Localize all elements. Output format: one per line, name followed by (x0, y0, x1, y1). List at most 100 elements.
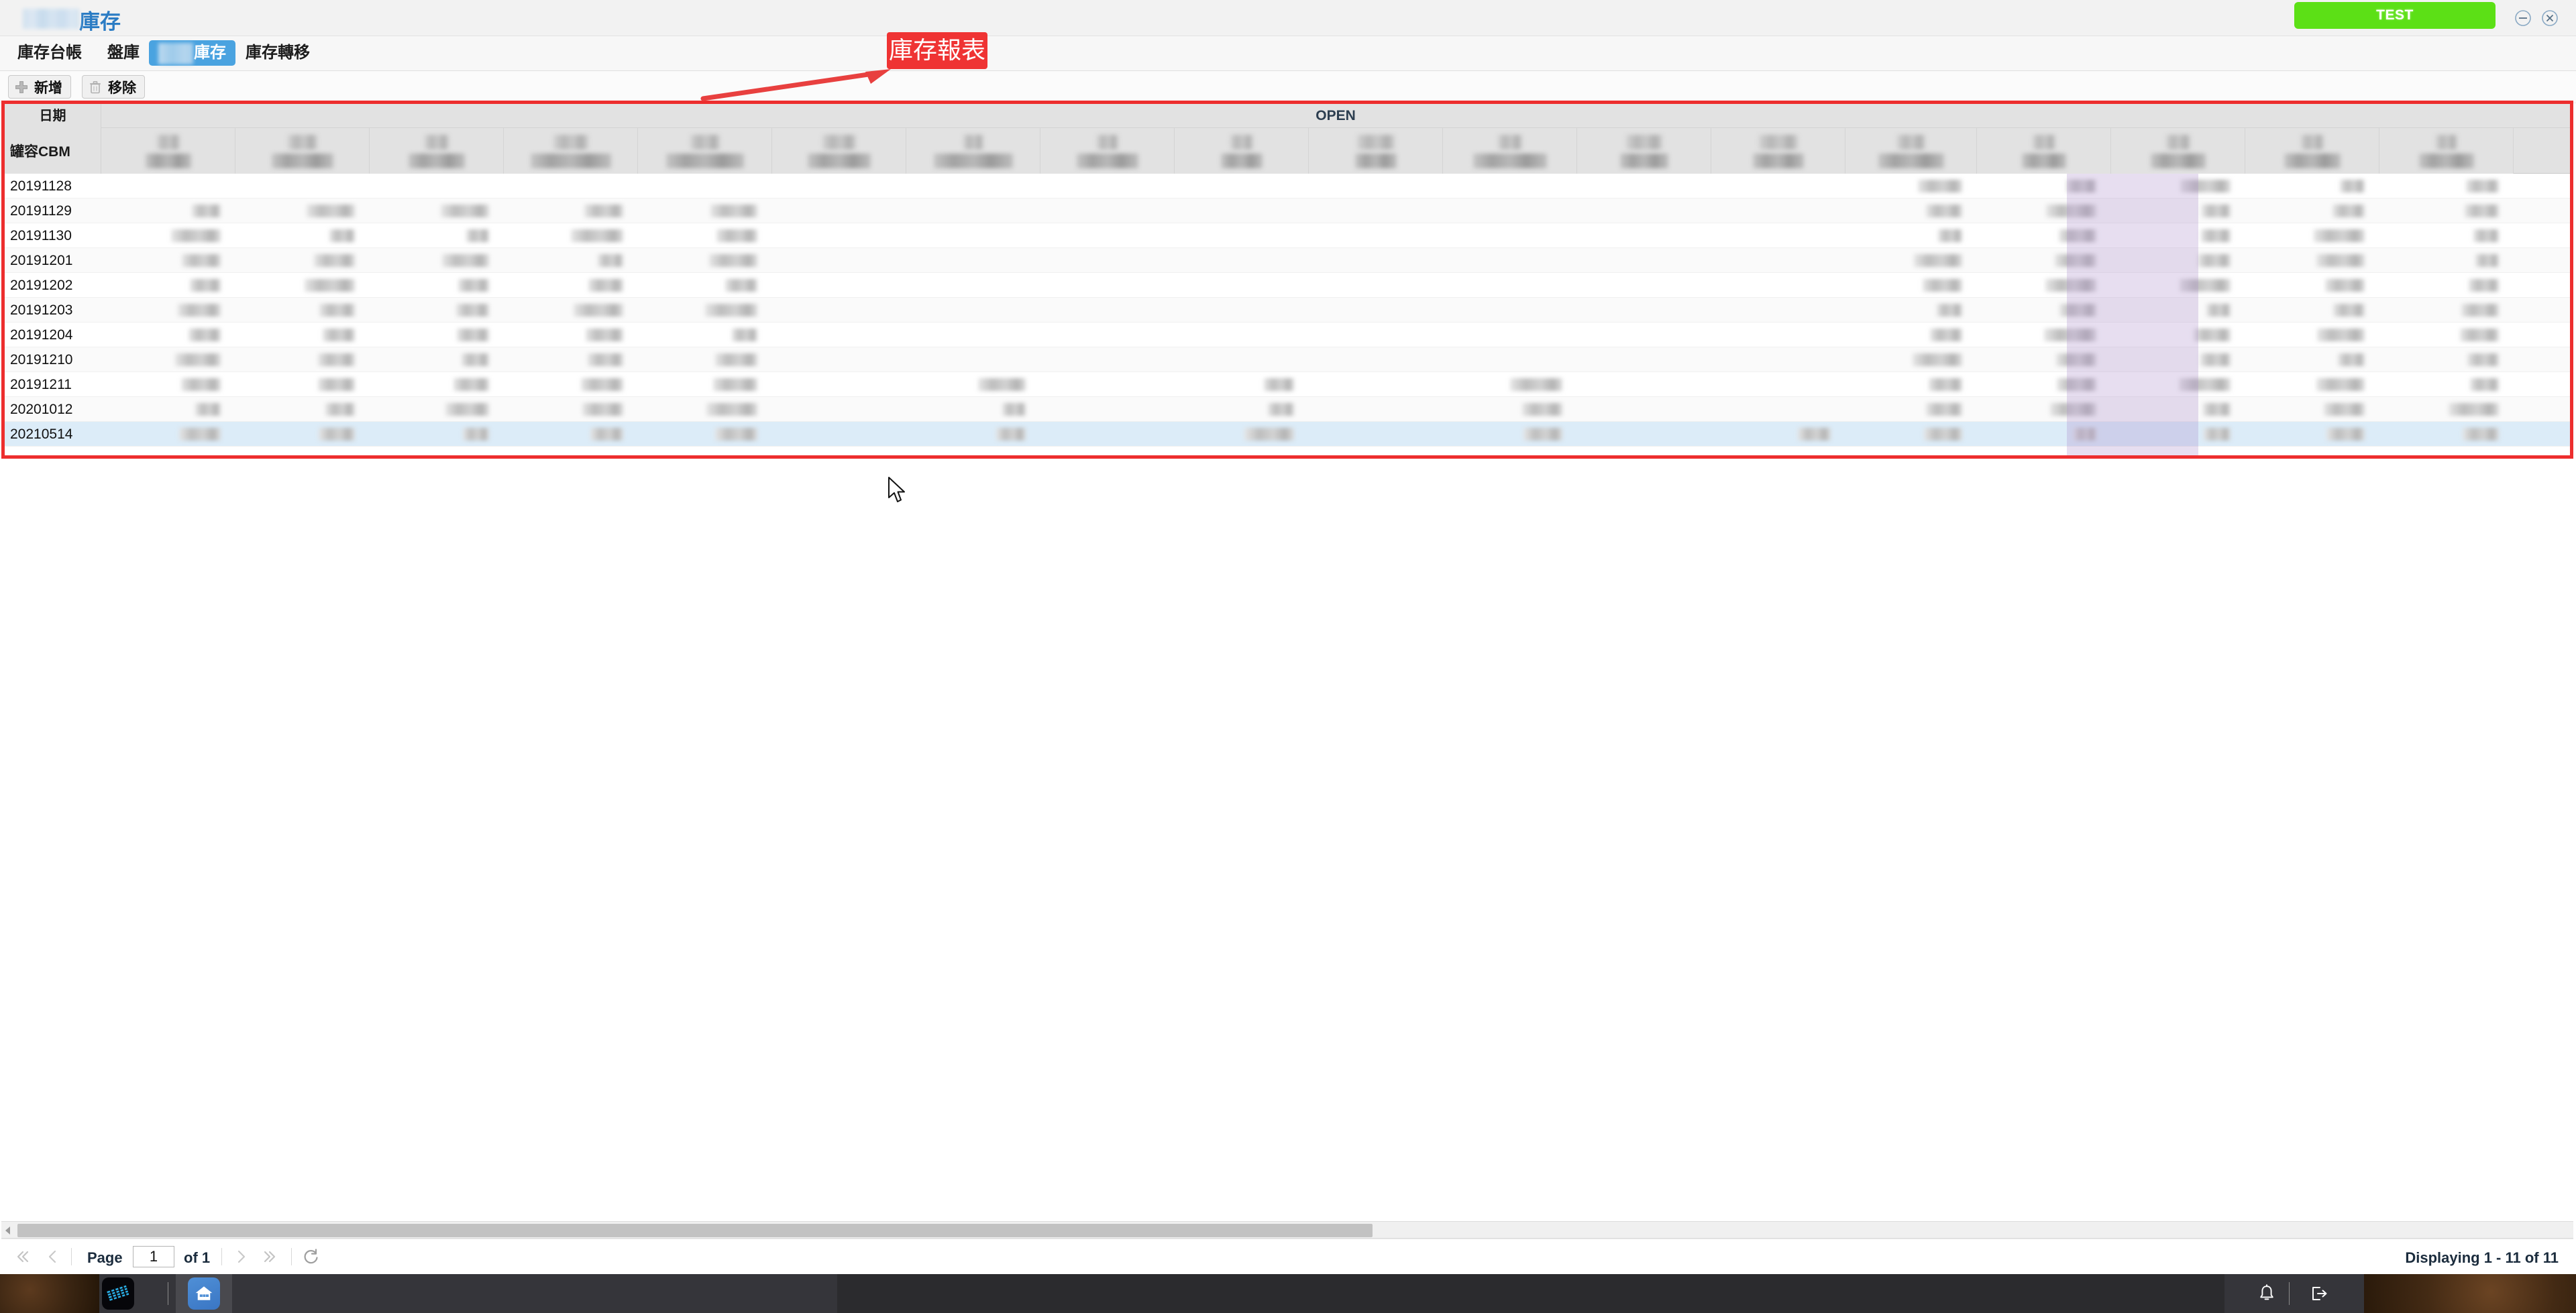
tab-inventory-transfer[interactable]: 庫存轉移 (236, 40, 319, 66)
scroll-left-arrow-icon[interactable] (3, 1225, 13, 1236)
cell-redacted-value (2467, 353, 2499, 366)
mouse-pointer-icon (888, 477, 905, 502)
first-page-button[interactable] (12, 1247, 31, 1266)
table-row[interactable]: 20191128 (5, 174, 2570, 198)
grid-header-date: 日期 (5, 104, 101, 128)
desktop-wallpaper-right (2364, 1274, 2576, 1313)
table-row[interactable]: 20201012 (5, 397, 2570, 422)
grid-column-header[interactable] (235, 128, 370, 174)
cell-redacted-value (710, 205, 757, 217)
table-row[interactable]: 20191129 (5, 198, 2570, 223)
test-button[interactable]: TEST (2294, 2, 2496, 29)
logout-icon[interactable] (2309, 1283, 2329, 1304)
grid-column-header[interactable] (1577, 128, 1711, 174)
grid-column-header[interactable] (101, 128, 235, 174)
cell-redacted-value (317, 378, 355, 391)
remove-button[interactable]: 移除 (82, 75, 145, 99)
cell-redacted-value (189, 279, 221, 292)
table-row[interactable]: 20191203 (5, 298, 2570, 323)
grid-group-header-row: 日期 OPEN (5, 104, 2570, 128)
close-circle-icon[interactable] (2541, 9, 2559, 27)
grid-column-header[interactable] (370, 128, 504, 174)
redacted-header-line-1 (1897, 135, 1925, 150)
grid-column-header[interactable] (504, 128, 638, 174)
grid-column-header[interactable] (1040, 128, 1175, 174)
cell-redacted-value (2464, 205, 2499, 217)
grid-column-header[interactable] (2111, 128, 2245, 174)
grid-column-header[interactable] (772, 128, 906, 174)
horizontal-scrollbar[interactable] (1, 1221, 2573, 1239)
grid-column-header[interactable] (1711, 128, 1845, 174)
table-row[interactable]: 20191201 (5, 248, 2570, 273)
grid-column-header[interactable] (2379, 128, 2514, 174)
grid-column-header-row: 罐容CBM (5, 128, 2570, 174)
grid-column-header[interactable] (1175, 128, 1309, 174)
cell-redacted-value (456, 329, 489, 341)
grid-column-header[interactable] (1309, 128, 1443, 174)
pager-divider-1 (71, 1248, 72, 1265)
cell-redacted-value (1244, 428, 1294, 441)
refresh-button[interactable] (302, 1247, 321, 1266)
home-icon[interactable] (188, 1277, 220, 1310)
cell-redacted-value (305, 279, 355, 292)
cell-redacted-value (1938, 229, 1962, 242)
page-label: Page (87, 1249, 123, 1266)
cell-redacted-value (2059, 229, 2096, 242)
table-row[interactable]: 20210514 (5, 422, 2570, 447)
cell-redacted-value (179, 428, 221, 441)
bell-icon[interactable] (2257, 1283, 2277, 1304)
previous-page-button[interactable] (43, 1247, 62, 1266)
cell-redacted-value (181, 378, 221, 391)
tab-inventory-ledger[interactable]: 庫存台帳 (8, 40, 91, 66)
table-row[interactable]: 20191210 (5, 347, 2570, 372)
cell-redacted-value (318, 353, 355, 366)
horizontal-scrollbar-thumb[interactable] (17, 1224, 1373, 1237)
cell-redacted-value (441, 254, 489, 267)
page-total-label: of 1 (184, 1249, 211, 1266)
redacted-header-line-1 (2165, 135, 2191, 150)
cell-redacted-value (181, 254, 221, 267)
cell-date: 20191202 (10, 278, 73, 293)
cell-redacted-value (191, 205, 221, 217)
cell-redacted-value (2326, 428, 2365, 441)
grid-column-header[interactable] (906, 128, 1040, 174)
table-row[interactable]: 20191211 (5, 372, 2570, 397)
redacted-header-line-1 (1230, 135, 1254, 150)
table-row[interactable]: 20191202 (5, 273, 2570, 298)
table-row[interactable]: 20191130 (5, 223, 2570, 248)
grid-column-header[interactable] (638, 128, 772, 174)
grid-column-header[interactable] (1443, 128, 1577, 174)
last-page-button[interactable] (262, 1247, 280, 1266)
grid-column-header[interactable] (2245, 128, 2379, 174)
grid-column-header[interactable] (1977, 128, 2111, 174)
tab-inventory[interactable]: 庫存 (149, 40, 235, 66)
cell-redacted-value (2338, 353, 2365, 366)
cell-redacted-value (2316, 378, 2365, 391)
grid-column-header[interactable] (1845, 128, 1977, 174)
cell-redacted-value (441, 205, 489, 217)
page-number-input[interactable] (133, 1246, 174, 1267)
add-button[interactable]: 新增 (8, 75, 71, 99)
cell-redacted-value (2049, 403, 2096, 416)
redacted-header-line-1 (2301, 135, 2324, 150)
cell-redacted-value (2470, 378, 2499, 391)
cell-redacted-value (2317, 329, 2365, 341)
ibm-app-icon[interactable] (102, 1277, 134, 1310)
cell-redacted-value (586, 329, 623, 341)
cell-redacted-value (458, 279, 489, 292)
redacted-header-line-1 (2033, 135, 2055, 150)
redacted-header-line-2 (1878, 154, 1945, 168)
cell-redacted-value (2203, 428, 2231, 441)
cell-redacted-value (1917, 180, 1962, 192)
redacted-header-line-2 (531, 154, 611, 168)
cell-redacted-value (2065, 180, 2096, 192)
minimize-circle-icon[interactable] (2514, 9, 2532, 27)
grid-scroll-viewport: 日期 OPEN 罐容CBM 20191128 20191129 20191130 20… (5, 104, 2570, 455)
table-row[interactable]: 20191204 (5, 323, 2570, 347)
next-page-button[interactable] (232, 1247, 251, 1266)
redacted-header-line-2 (1354, 154, 1397, 168)
tab-stocktake[interactable]: 盤庫 (98, 40, 149, 66)
redacted-header-line-1 (424, 135, 449, 150)
cell-date: 20191201 (10, 253, 73, 268)
cell-redacted-value (1509, 378, 1562, 391)
